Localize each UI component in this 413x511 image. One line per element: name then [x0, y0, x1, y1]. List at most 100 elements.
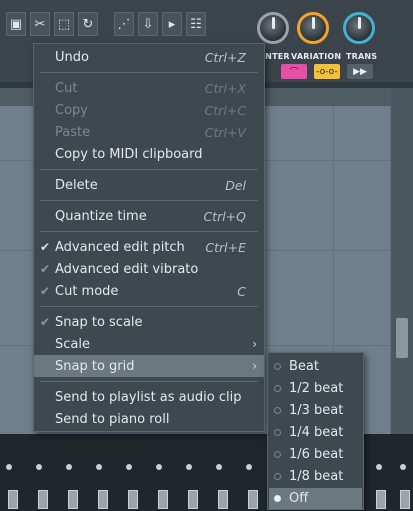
variation-knob[interactable]	[297, 12, 329, 44]
menu-item-shortcut: C	[237, 283, 246, 299]
play-mode-button[interactable]: ▶▶	[347, 64, 373, 79]
inter-knob[interactable]	[257, 12, 289, 44]
link-mode-button[interactable]: -o-o-	[314, 64, 340, 79]
menu-item-shortcut: Ctrl+C	[204, 102, 246, 118]
variation-knob-label: VARIATION	[291, 52, 342, 61]
menu-item-copy-to-midi-clipboard[interactable]: Copy to MIDI clipboard	[34, 143, 264, 165]
scrollbar-thumb[interactable]	[396, 318, 408, 358]
menu-item-label: Paste	[55, 124, 91, 140]
radio-icon	[274, 473, 281, 480]
menu-item-shortcut: Del	[225, 177, 246, 193]
snap-option-label: 1/3 beat	[289, 403, 344, 418]
menu-item-label: Cut	[55, 80, 78, 96]
menu-item-snap-to-grid[interactable]: Snap to grid ›	[34, 355, 264, 377]
chevron-right-icon: ›	[252, 359, 257, 373]
snap-option-label: Beat	[289, 359, 319, 374]
menu-item-label: Advanced edit vibrato	[55, 261, 199, 277]
radio-icon	[274, 407, 281, 414]
menu-item-shortcut: Ctrl+Q	[203, 208, 246, 224]
pitch-mode-icon: ⌒	[289, 68, 299, 78]
snap-option-quarter-beat[interactable]: 1/4 beat	[269, 422, 362, 443]
snap-option-beat[interactable]: Beat	[269, 356, 362, 377]
menu-item-label: Send to piano roll	[55, 411, 170, 427]
checkmark-icon: ✔	[40, 315, 51, 329]
radio-icon	[274, 363, 281, 370]
fader[interactable]	[188, 490, 198, 509]
fader[interactable]	[400, 490, 410, 509]
menu-item-label: Copy	[55, 102, 88, 118]
scissors-icon[interactable]: ✂	[30, 12, 50, 36]
snap-option-label: 1/2 beat	[289, 381, 344, 396]
trans-knob[interactable]	[343, 12, 375, 44]
snap-option-eighth-beat[interactable]: 1/8 beat	[269, 466, 362, 487]
vertical-scrollbar[interactable]	[391, 88, 413, 434]
play-mode-icon: ▶▶	[353, 66, 367, 77]
menu-item-undo[interactable]: Undo Ctrl+Z	[34, 46, 264, 68]
menu-item-label: Scale	[55, 336, 90, 352]
pitch-mode-button[interactable]: ⌒	[281, 64, 307, 79]
piano-icon[interactable]: ☷	[186, 12, 206, 36]
menu-item-cut[interactable]: Cut Ctrl+X	[34, 77, 264, 99]
fader[interactable]	[248, 490, 258, 509]
radio-selected-icon	[274, 495, 281, 502]
menu-item-label: Send to playlist as audio clip	[55, 389, 242, 405]
menu-item-snap-to-scale[interactable]: ✔ Snap to scale	[34, 311, 264, 333]
snap-option-label: 1/4 beat	[289, 425, 344, 440]
chevron-right-icon: ›	[252, 337, 257, 351]
snap-option-third-beat[interactable]: 1/3 beat	[269, 400, 362, 421]
menu-item-shortcut: Ctrl+V	[204, 124, 246, 140]
save-download-icon[interactable]: ⇩	[138, 12, 158, 36]
menu-item-label: Delete	[55, 177, 98, 193]
menu-item-label: Cut mode	[55, 283, 119, 299]
menu-item-send-to-piano-roll[interactable]: Send to piano roll	[34, 408, 264, 430]
menu-item-shortcut: Ctrl+E	[205, 239, 246, 255]
menu-item-advanced-edit-vibrato[interactable]: ✔ Advanced edit vibrato	[34, 258, 264, 280]
save-icon[interactable]: ▣	[6, 12, 26, 36]
checkmark-icon: ✔	[40, 262, 51, 276]
snap-option-label: 1/6 beat	[289, 447, 344, 462]
menu-item-copy[interactable]: Copy Ctrl+C	[34, 99, 264, 121]
folder-icon[interactable]: ▸	[162, 12, 182, 36]
snap-option-half-beat[interactable]: 1/2 beat	[269, 378, 362, 399]
menu-item-cut-mode[interactable]: ✔ Cut mode C	[34, 280, 264, 302]
menu-item-shortcut: Ctrl+X	[204, 80, 246, 96]
fader[interactable]	[8, 490, 18, 509]
menu-item-label: Snap to scale	[55, 314, 143, 330]
snap-to-grid-submenu: Beat 1/2 beat 1/3 beat 1/4 beat 1/6 beat…	[267, 352, 364, 510]
menu-item-label: Undo	[55, 49, 89, 65]
snap-option-off[interactable]: Off	[269, 488, 362, 509]
inter-knob-label: INTER	[262, 52, 290, 61]
fader[interactable]	[376, 490, 386, 509]
menu-item-scale[interactable]: Scale ›	[34, 333, 264, 355]
menu-item-advanced-edit-pitch[interactable]: ✔ Advanced edit pitch Ctrl+E	[34, 236, 264, 258]
menu-item-label: Advanced edit pitch	[55, 239, 185, 255]
menu-item-shortcut: Ctrl+Z	[204, 49, 246, 65]
tool-icons: ▣ ✂ ⬚ ↻ ⋰ ⇩ ▸ ☷	[6, 12, 206, 36]
menu-item-delete[interactable]: Delete Del	[34, 174, 264, 196]
snap-option-label: Off	[289, 491, 309, 506]
fader[interactable]	[98, 490, 108, 509]
menu-item-paste[interactable]: Paste Ctrl+V	[34, 121, 264, 143]
radio-icon	[274, 429, 281, 436]
menu-item-label: Quantize time	[55, 208, 147, 224]
menu-item-label: Snap to grid	[55, 358, 135, 374]
steps-icon[interactable]: ⋰	[114, 12, 134, 36]
radio-icon	[274, 451, 281, 458]
fader[interactable]	[68, 490, 78, 509]
menu-item-quantize-time[interactable]: Quantize time Ctrl+Q	[34, 205, 264, 227]
checkmark-icon: ✔	[40, 284, 51, 298]
checkmark-icon: ✔	[40, 240, 51, 254]
refresh-icon[interactable]: ↻	[78, 12, 98, 36]
snap-option-label: 1/8 beat	[289, 469, 344, 484]
trans-knob-label: TRANS	[346, 52, 378, 61]
fader[interactable]	[218, 490, 228, 509]
fader[interactable]	[38, 490, 48, 509]
snap-option-sixth-beat[interactable]: 1/6 beat	[269, 444, 362, 465]
link-mode-icon: -o-o-	[316, 66, 338, 77]
menu-item-send-to-playlist[interactable]: Send to playlist as audio clip	[34, 386, 264, 408]
radio-icon	[274, 385, 281, 392]
fader[interactable]	[128, 490, 138, 509]
select-icon[interactable]: ⬚	[54, 12, 74, 36]
fader[interactable]	[158, 490, 168, 509]
menu-item-label: Copy to MIDI clipboard	[55, 146, 203, 162]
